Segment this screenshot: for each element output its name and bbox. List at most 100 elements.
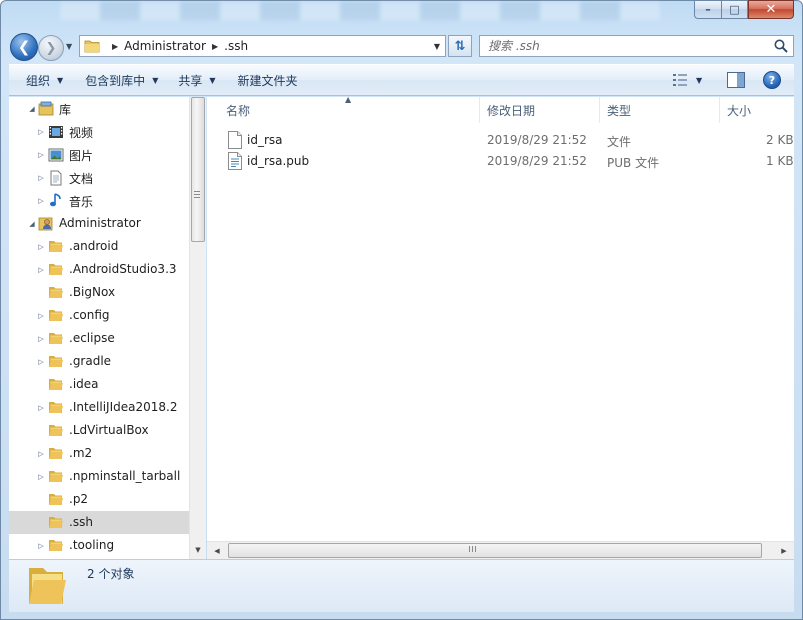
tree-item-tooling[interactable]: ▷ .tooling [9,534,189,557]
expand-icon[interactable]: ▷ [37,197,45,205]
table-row[interactable]: id_rsa 2019/8/29 21:52 文件 2 KB [224,130,799,151]
chevron-down-icon: ▼ [696,75,703,85]
expand-icon[interactable]: ▷ [37,542,45,550]
table-row[interactable]: id_rsa.pub 2019/8/29 21:52 PUB 文件 1 KB [224,151,799,172]
tree-item-administrator[interactable]: ◢ Administrator [9,212,189,235]
collapse-icon[interactable]: ◢ [28,105,36,113]
arrow-left-icon: ❮ [17,38,31,56]
close-button[interactable]: ✕ [748,0,794,19]
chevron-right-icon[interactable]: ▶ [112,42,118,51]
forward-button[interactable]: ❯ [38,35,64,61]
column-header-size[interactable]: 大小 [720,97,794,123]
arrow-right-icon: ❯ [45,40,57,56]
breadcrumb-item-administrator[interactable]: Administrator [124,39,206,53]
folder-icon [49,264,63,275]
tree-item-npminstall[interactable]: ▷ .npminstall_tarball [9,465,189,488]
maximize-button[interactable]: □ [721,0,748,19]
folder-large-icon [29,568,66,604]
expand-icon[interactable]: ▷ [37,335,45,343]
tree-item-m2[interactable]: ▷ .m2 [9,442,189,465]
preview-pane-icon[interactable] [727,72,745,88]
chevron-down-icon: ▼ [152,75,159,85]
tree-item-androidstudio[interactable]: ▷ .AndroidStudio3.3 [9,258,189,281]
expand-icon[interactable]: ▷ [37,450,45,458]
expand-icon[interactable]: ▷ [37,404,45,412]
tree-item-gradle[interactable]: ▷ .gradle [9,350,189,373]
tree-item-label: .BigNox [69,285,116,299]
breadcrumb-item-ssh[interactable]: .ssh [224,39,248,53]
column-header-name[interactable]: ▲ 名称 [207,95,480,123]
expand-icon[interactable]: ▷ [37,243,45,251]
expand-icon[interactable]: ▷ [37,128,45,136]
scroll-right-icon[interactable]: ▶ [777,544,791,558]
tree-item-ldvirtualbox[interactable]: .LdVirtualBox [9,419,189,442]
search-input[interactable] [488,39,758,53]
tree-item-pictures[interactable]: ▷ 图片 [9,143,189,166]
tree-item-label: .npminstall_tarball [69,469,181,483]
include-in-library-button[interactable]: 包含到库中 ▼ [77,68,166,92]
tree-item-label: 文档 [69,172,94,186]
grip-icon [194,191,200,199]
collapse-icon[interactable]: ◢ [28,220,36,228]
new-folder-label: 新建文件夹 [237,73,298,88]
tree-item-config[interactable]: ▷ .config [9,304,189,327]
address-history-dropdown[interactable]: ▼ [429,36,445,56]
change-view-button[interactable]: ▼ [672,70,702,90]
chevron-right-icon[interactable]: ▶ [212,42,218,51]
chevron-down-icon: ▼ [57,75,64,85]
back-button[interactable]: ❮ [10,33,38,61]
tree-item-videos[interactable]: ▷ 视频 [9,120,189,143]
folder-icon [49,356,63,367]
music-library-icon [50,193,61,207]
folder-icon [49,494,63,505]
file-modified: 2019/8/29 21:52 [487,133,587,147]
tree-item-ssh[interactable]: .ssh [9,511,189,534]
scrollbar-thumb[interactable] [228,543,762,558]
scroll-down-icon[interactable]: ▼ [191,543,205,557]
scroll-left-icon[interactable]: ◀ [210,544,224,558]
tree-item-eclipse[interactable]: ▷ .eclipse [9,327,189,350]
expand-icon[interactable]: ▷ [37,266,45,274]
tree-item-music[interactable]: ▷ 音乐 [9,189,189,212]
folder-icon [49,402,63,413]
file-size: 1 KB [766,154,794,168]
expand-icon[interactable]: ▷ [37,473,45,481]
expand-icon[interactable]: ▷ [37,174,45,182]
tree-item-label: 库 [59,103,72,117]
video-library-icon [49,126,63,138]
tree-item-intellijidea[interactable]: ▷ .IntelliJIdea2018.2 [9,396,189,419]
library-icon [38,101,54,116]
expand-icon[interactable]: ▷ [37,312,45,320]
column-header-label: 修改日期 [487,103,536,118]
search-icon[interactable] [773,38,789,54]
scrollbar-thumb[interactable] [191,97,205,242]
help-button[interactable]: ? [763,71,781,89]
tree-item-label: .idea [69,377,99,391]
tree-item-p2[interactable]: .p2 [9,488,189,511]
column-header-modified[interactable]: 修改日期 [480,97,600,123]
file-modified: 2019/8/29 21:52 [487,154,587,168]
share-button[interactable]: 共享 ▼ [170,68,223,92]
expand-icon[interactable]: ▷ [37,151,45,159]
tree-item-label: 图片 [69,149,94,163]
user-folder-icon [38,217,53,231]
horizontal-scrollbar[interactable]: ◀ ▶ [207,541,794,559]
tree-item-idea[interactable]: .idea [9,373,189,396]
folder-icon [49,471,63,482]
tree-item-bignox[interactable]: .BigNox [9,281,189,304]
title-bar [60,2,660,20]
tree-item-documents[interactable]: ▷ 文档 [9,166,189,189]
expand-icon[interactable]: ▷ [37,358,45,366]
navigation-scrollbar[interactable]: ▼ [189,97,206,559]
tree-item-label: .p2 [69,492,89,506]
tree-item-library[interactable]: ◢ 库 [9,97,189,120]
folder-icon [49,379,63,390]
minimize-button[interactable]: – [694,0,721,19]
address-bar[interactable]: ▶ Administrator ▶ .ssh ▼ [79,35,446,57]
tree-item-android[interactable]: ▷ .android [9,235,189,258]
new-folder-button[interactable]: 新建文件夹 [230,68,306,92]
column-header-type[interactable]: 类型 [600,97,720,123]
refresh-button[interactable]: ⇅ [448,35,472,57]
organize-button[interactable]: 组织 ▼ [18,68,71,92]
recent-pages-dropdown[interactable]: ▼ [66,42,72,51]
